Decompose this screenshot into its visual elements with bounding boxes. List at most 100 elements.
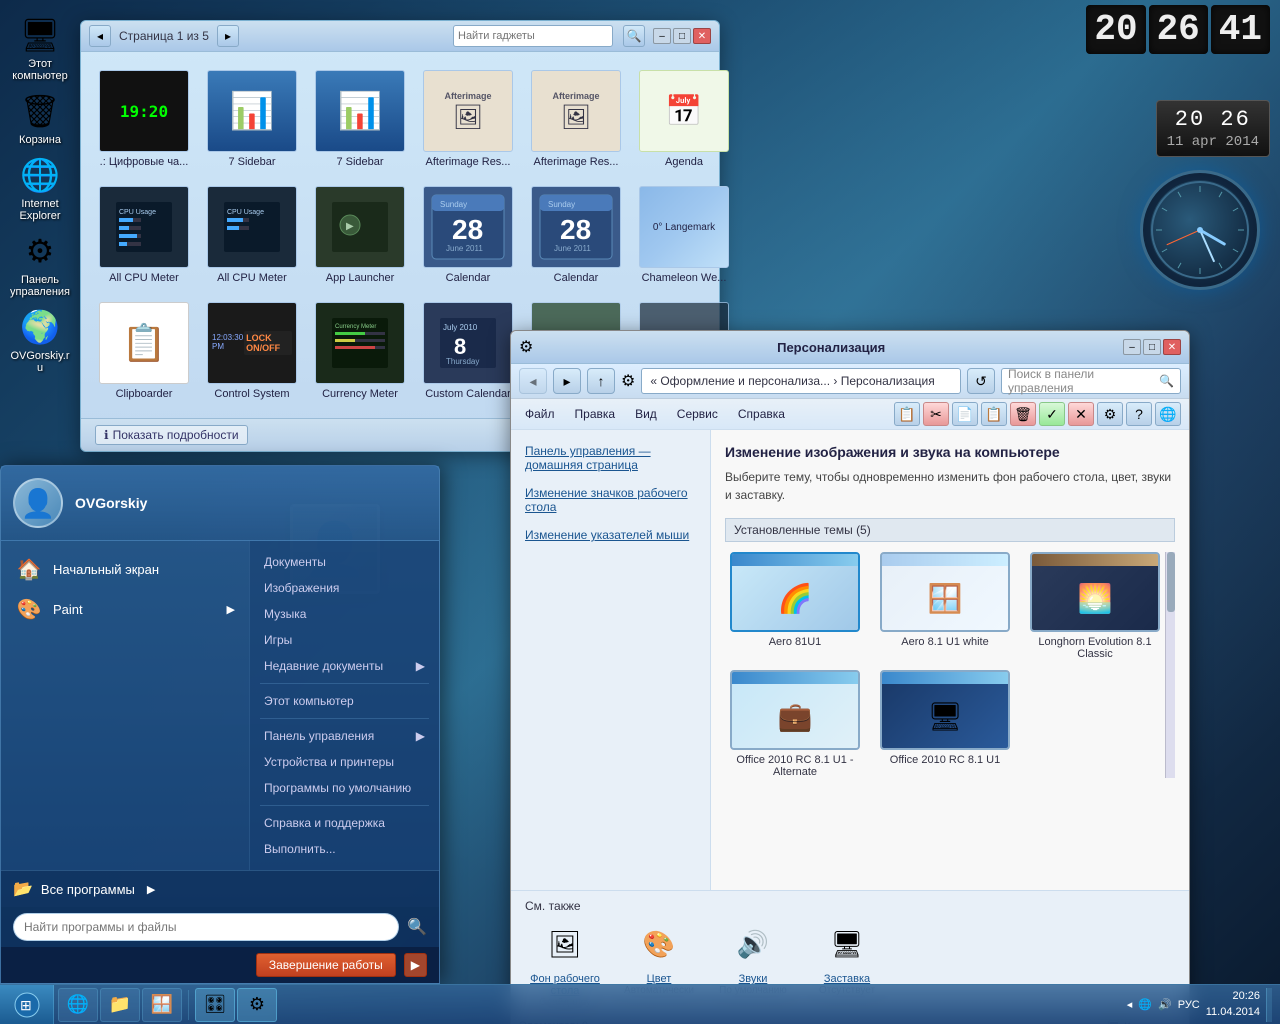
menu-view[interactable]: Вид — [629, 405, 663, 423]
theme-office2010alt[interactable]: 💼 Office 2010 RC 8.1 U1 - Alternate — [725, 670, 865, 778]
menu-edit[interactable]: Правка — [569, 405, 622, 423]
themes-scrollbar[interactable] — [1165, 552, 1175, 778]
persona-close-button[interactable]: ✕ — [1163, 339, 1181, 355]
theme-longhorn[interactable]: 🌅 Longhorn Evolution 8.1 Classic — [1025, 552, 1165, 660]
start-right-games[interactable]: Игры — [250, 627, 439, 653]
gadgets-minimize-button[interactable]: – — [653, 28, 671, 44]
gadget-chameleon[interactable]: 0° Langemark Chameleon We... — [635, 182, 733, 288]
shutdown-button[interactable]: Завершение работы — [256, 953, 396, 977]
gadget-control-system-preview: 12:03:30 PM LOCK ON/OFF — [207, 302, 297, 384]
start-right-defaults[interactable]: Программы по умолчанию — [250, 775, 439, 801]
desktop-icon-recycle-bin[interactable]: 🗑 Корзина — [4, 88, 76, 150]
menu-service[interactable]: Сервис — [671, 405, 724, 423]
toolbar-copy-button[interactable]: 📄 — [952, 402, 978, 426]
taskbar-hide-icon[interactable]: ◂ — [1127, 998, 1133, 1011]
toolbar-properties-button[interactable]: ⚙ — [1097, 402, 1123, 426]
sidebar-desktop-icons-link[interactable]: Изменение значков рабочего стола — [525, 486, 696, 514]
persona-minimize-button[interactable]: – — [1123, 339, 1141, 355]
menu-help[interactable]: Справка — [732, 405, 791, 423]
toolbar-help-button[interactable]: ? — [1126, 402, 1152, 426]
taskbar-gadgets-button[interactable]: 🎛 — [195, 988, 235, 1022]
gadget-all-cpu1[interactable]: CPU Usage All CPU Meter — [95, 182, 193, 288]
taskbar-explorer-button[interactable]: 📁 — [100, 988, 140, 1022]
gadget-afterimage2[interactable]: Afterimage 🖼 Afterimage Res... — [527, 66, 625, 172]
gadget-currency-meter[interactable]: Currency Meter Currency Meter — [311, 298, 409, 404]
toolbar-x-button[interactable]: ✕ — [1068, 402, 1094, 426]
persona-maximize-button[interactable]: □ — [1143, 339, 1161, 355]
sidebar-home-link[interactable]: Панель управления — домашняя страница — [525, 444, 696, 472]
start-menu-item-paint[interactable]: 🎨 Paint ▶ — [1, 589, 249, 629]
gadget-all-cpu2[interactable]: CPU Usage All CPU Meter — [203, 182, 301, 288]
my-computer-label: Этот компьютер — [8, 58, 72, 82]
nav-back-button[interactable]: ◂ — [519, 368, 547, 394]
show-details-button[interactable]: ℹ Показать подробности — [95, 425, 248, 445]
persona-search-placeholder: Поиск в панели управления — [1008, 367, 1159, 395]
nav-forward-button[interactable]: ▸ — [553, 368, 581, 394]
toolbar-cut-button[interactable]: ✂ — [923, 402, 949, 426]
start-search-input[interactable] — [13, 913, 399, 941]
taskbar-ie-button[interactable]: 🌐 — [58, 988, 98, 1022]
gadget-digital-clock[interactable]: 19:20 .: Цифровые ча... — [95, 66, 193, 172]
desktop-icon-ovgorskiy[interactable]: 🌍 OVGorskiy.ru — [4, 304, 76, 378]
gadgets-next-button[interactable]: ▸ — [217, 25, 239, 47]
desktop-icon-ie[interactable]: 🌐 Internet Explorer — [4, 152, 76, 226]
gadget-calendar2[interactable]: Sunday 28 June 2011 Calendar — [527, 182, 625, 288]
all-programs-label[interactable]: Все программы — [41, 882, 135, 897]
persona-search-icon: 🔍 — [1159, 374, 1174, 388]
sidebar-mouse-pointers-link[interactable]: Изменение указателей мыши — [525, 528, 696, 542]
start-menu-item-home[interactable]: 🏠 Начальный экран — [1, 549, 249, 589]
start-right-control-panel[interactable]: Панель управления ▶ — [250, 723, 439, 749]
gadgets-titlebar: ◂ Страница 1 из 5 ▸ 🔍 – □ ✕ — [81, 21, 719, 52]
start-right-music[interactable]: Музыка — [250, 601, 439, 627]
menu-file[interactable]: Файл — [519, 405, 561, 423]
taskbar-lang: РУС — [1178, 999, 1200, 1011]
start-right-recent[interactable]: Недавние документы ▶ — [250, 653, 439, 679]
gadgets-close-button[interactable]: ✕ — [693, 28, 711, 44]
start-right-my-computer[interactable]: Этот компьютер — [250, 688, 439, 714]
start-right-devices[interactable]: Устройства и принтеры — [250, 749, 439, 775]
gadget-custom-calendar[interactable]: July 2010 8 Thursday Custom Calendar — [419, 298, 517, 404]
start-menu-bottom: 📂 Все программы ▶ — [1, 870, 439, 907]
taskbar-items: 🌐 📁 🪟 🎛 ⚙ — [54, 988, 1119, 1022]
start-right-run[interactable]: Выполнить... — [250, 836, 439, 862]
gadgets-search-input[interactable] — [453, 25, 613, 47]
gadget-app-launcher[interactable]: ▶ App Launcher — [311, 182, 409, 288]
start-button[interactable]: ⊞ — [0, 985, 54, 1024]
themes-scrollbar-thumb[interactable] — [1167, 552, 1175, 612]
paint-arrow: ▶ — [227, 603, 235, 616]
taskbar-windows-button[interactable]: 🪟 — [142, 988, 182, 1022]
gadget-afterimage1[interactable]: Afterimage 🖼 Afterimage Res... — [419, 66, 517, 172]
gadget-7sidebar1[interactable]: 📊 7 Sidebar — [203, 66, 301, 172]
theme-office2010[interactable]: 🖥 Office 2010 RC 8.1 U1 — [875, 670, 1015, 778]
persona-search-input[interactable]: Поиск в панели управления 🔍 — [1001, 368, 1181, 394]
gadget-7sidebar2[interactable]: 📊 7 Sidebar — [311, 66, 409, 172]
taskbar-show-desktop[interactable] — [1266, 988, 1272, 1022]
nav-refresh-button[interactable]: ↺ — [967, 368, 995, 394]
theme-aero81u1white[interactable]: 🪟 Aero 8.1 U1 white — [875, 552, 1015, 660]
all-programs-icon: 📂 — [13, 879, 33, 899]
start-right-images[interactable]: Изображения — [250, 575, 439, 601]
gadget-control-system[interactable]: 12:03:30 PM LOCK ON/OFF Control System — [203, 298, 301, 404]
action-sound-icon: 🔊 — [728, 919, 778, 969]
gadget-7sidebar2-label: 7 Sidebar — [336, 156, 383, 168]
nav-up-button[interactable]: ↑ — [587, 368, 615, 394]
taskbar: ⊞ 🌐 📁 🪟 🎛 ⚙ ◂ 🌐 🔊 РУС 20:26 11.04.2014 — [0, 984, 1280, 1024]
toolbar-check-button[interactable]: ✓ — [1039, 402, 1065, 426]
start-right-help[interactable]: Справка и поддержка — [250, 810, 439, 836]
theme-aero81u1[interactable]: 🌈 Aero 81U1 — [725, 552, 865, 660]
gadgets-maximize-button[interactable]: □ — [673, 28, 691, 44]
toolbar-organize-button[interactable]: 📋 — [894, 402, 920, 426]
desktop-icon-my-computer[interactable]: 🖥 Этот компьютер — [4, 12, 76, 86]
toolbar-paste-button[interactable]: 📋 — [981, 402, 1007, 426]
desktop-icon-control-panel[interactable]: ⚙ Панель управления — [4, 228, 76, 302]
gadget-agenda[interactable]: 📅 Agenda — [635, 66, 733, 172]
toolbar-globe-button[interactable]: 🌐 — [1155, 402, 1181, 426]
gadget-calendar1[interactable]: Sunday 28 June 2011 Calendar — [419, 182, 517, 288]
gadgets-search-button[interactable]: 🔍 — [623, 25, 645, 47]
gadgets-prev-button[interactable]: ◂ — [89, 25, 111, 47]
gadget-clipboarder[interactable]: 📋 Clipboarder — [95, 298, 193, 404]
svg-text:⊞: ⊞ — [20, 997, 32, 1013]
start-right-documents[interactable]: Документы — [250, 549, 439, 575]
toolbar-delete-button[interactable]: 🗑 — [1010, 402, 1036, 426]
taskbar-persona-button[interactable]: ⚙ — [237, 988, 277, 1022]
